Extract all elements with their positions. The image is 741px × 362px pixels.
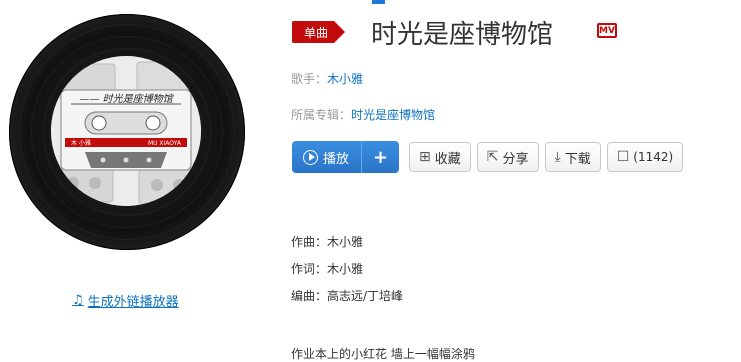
action-buttons: 播放 + ⊞ 收藏 ⇱ 分享 ⤓ 下载 ☐ (1142) bbox=[292, 140, 684, 174]
arranger-line: 编曲：高志远/丁培峰 bbox=[291, 289, 404, 303]
album-cover-image[interactable]: —— 时光是座博物馆 木 小雅 MU XIAOYA bbox=[51, 56, 201, 206]
play-icon bbox=[303, 149, 318, 165]
single-badge: 单曲 bbox=[292, 20, 358, 44]
collect-icon: ⊞ bbox=[419, 149, 431, 165]
play-button-group: 播放 + bbox=[292, 141, 400, 173]
singer-link[interactable]: 木小雅 bbox=[327, 72, 363, 86]
album-cover-area: —— 时光是座博物馆 木 小雅 MU XIAOYA bbox=[0, 0, 260, 270]
music-note-icon: ♫ bbox=[72, 293, 84, 308]
comment-icon: ☐ bbox=[616, 149, 630, 165]
play-button[interactable]: 播放 bbox=[292, 141, 362, 173]
top-accent-bar bbox=[372, 0, 385, 4]
collect-button[interactable]: ⊞ 收藏 bbox=[409, 142, 471, 172]
mv-icon[interactable]: MV bbox=[597, 23, 617, 38]
download-icon: ⤓ bbox=[554, 149, 561, 165]
lyrics-line: 作业本上的小红花 墙上一幅幅涂鸦 bbox=[291, 347, 475, 361]
album-row: 所属专辑：时光是座博物馆 bbox=[291, 106, 435, 123]
album-link[interactable]: 时光是座博物馆 bbox=[351, 108, 435, 122]
cover-tape-right: MU XIAOYA bbox=[148, 140, 182, 147]
cover-title-text: —— 时光是座博物馆 bbox=[79, 93, 174, 105]
singer-label: 歌手： bbox=[291, 72, 328, 86]
composer-line: 作曲：木小雅 bbox=[291, 235, 364, 249]
single-badge-label: 单曲 bbox=[292, 21, 335, 43]
singer-row: 歌手：木小雅 bbox=[291, 70, 363, 87]
cover-tape-left: 木 小雅 bbox=[71, 139, 91, 147]
album-label: 所属专辑： bbox=[291, 108, 352, 122]
share-icon: ⇱ bbox=[486, 149, 499, 165]
add-to-playlist-button[interactable]: + bbox=[361, 141, 400, 173]
generate-player-link-label: 生成外链播放器 bbox=[87, 295, 179, 310]
share-button[interactable]: ⇱ 分享 bbox=[476, 142, 539, 172]
comment-button[interactable]: ☐ (1142) bbox=[606, 142, 684, 172]
generate-player-link[interactable]: ♫ 生成外链播放器 bbox=[72, 291, 179, 310]
lyricist-line: 作词：木小雅 bbox=[291, 262, 364, 276]
song-title: 时光是座博物馆 bbox=[371, 20, 554, 50]
download-button[interactable]: ⤓ 下载 bbox=[544, 142, 601, 172]
